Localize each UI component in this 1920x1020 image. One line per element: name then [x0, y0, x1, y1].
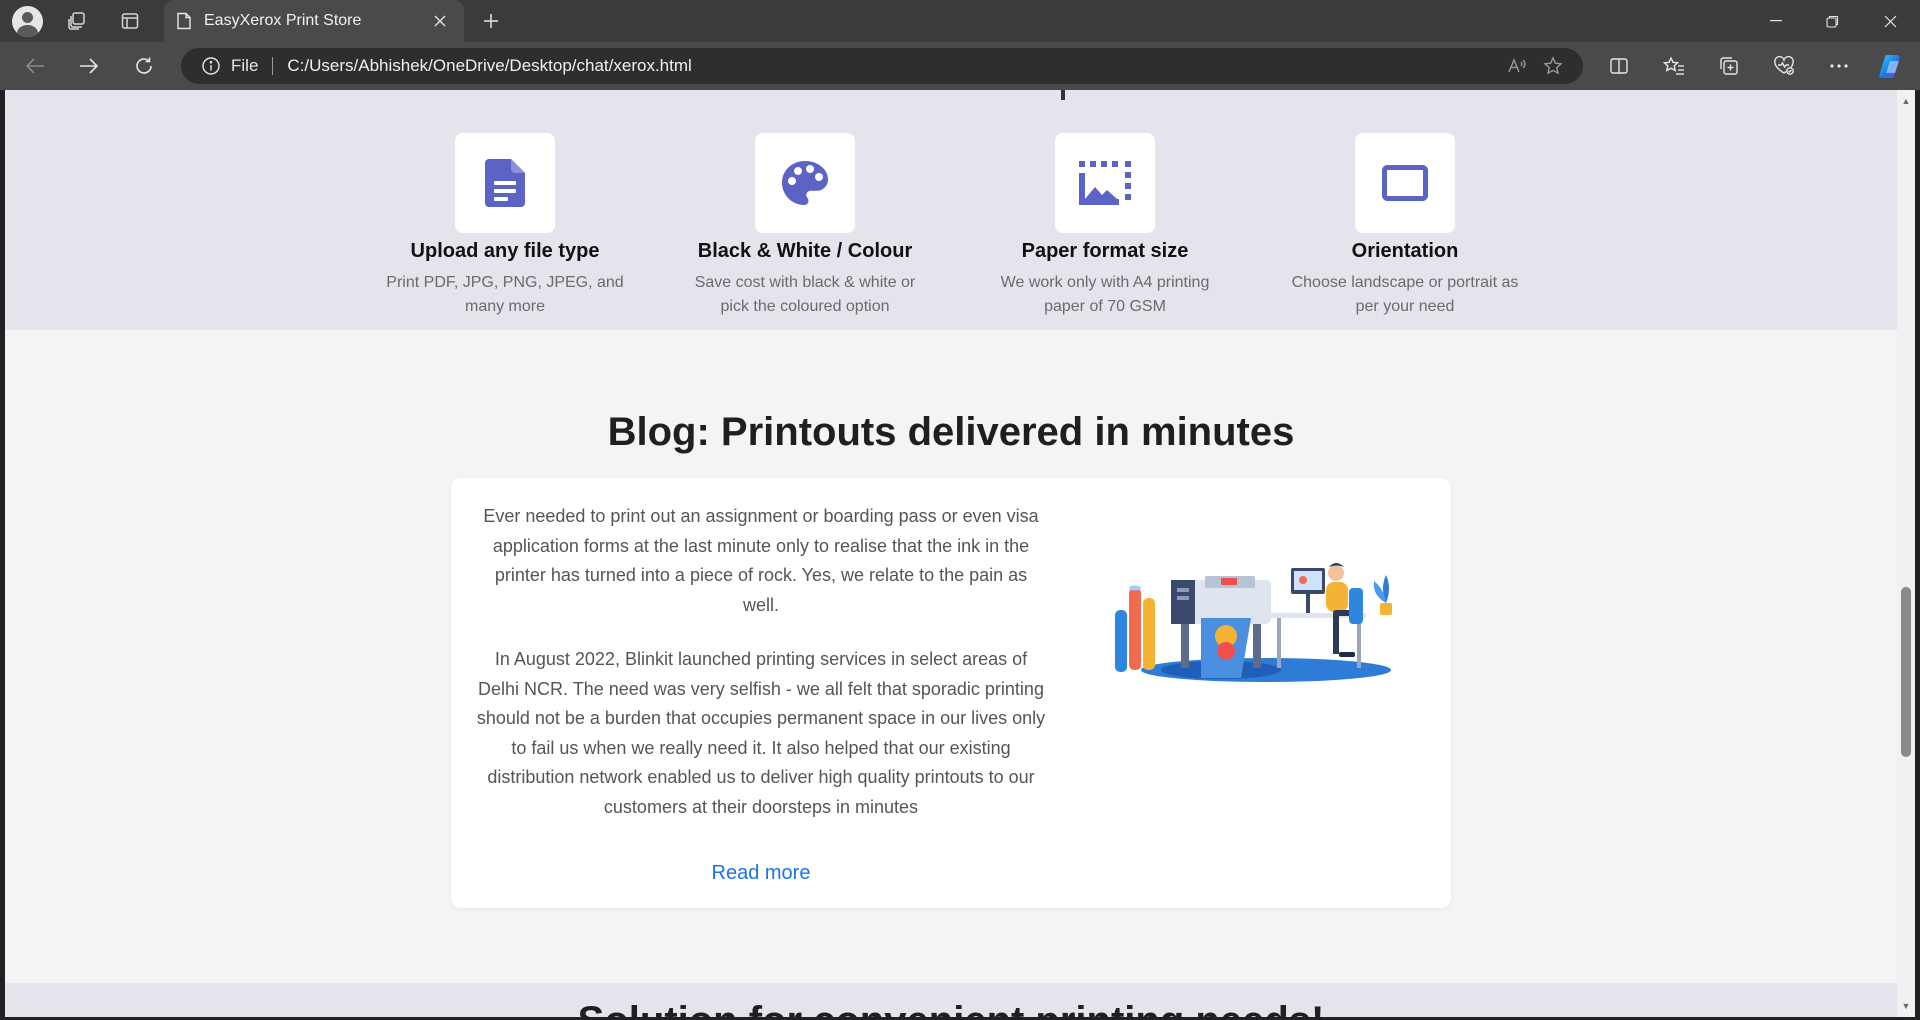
active-tab[interactable]: EasyXerox Print Store: [164, 0, 464, 42]
favorite-star-icon[interactable]: [1535, 51, 1571, 81]
minimize-icon[interactable]: [1748, 0, 1804, 42]
vertical-tabs-icon[interactable]: [110, 6, 150, 36]
close-tab-icon[interactable]: [426, 7, 454, 35]
solution-heading: Solution for convenient printing needs!: [5, 999, 1897, 1017]
blog-paragraph: In August 2022, Blinkit launched printin…: [476, 649, 1046, 817]
scheme-label: File: [231, 56, 259, 75]
tab-title: EasyXerox Print Store: [204, 12, 362, 29]
info-icon[interactable]: [201, 56, 221, 76]
page-scrollbar[interactable]: ▲ ▼: [1897, 90, 1915, 1017]
browser-essentials-icon[interactable]: [1764, 51, 1804, 81]
more-options-icon[interactable]: [1819, 51, 1859, 81]
solution-section: Solution for convenient printing needs!: [5, 983, 1897, 1017]
collections-icon[interactable]: [1709, 51, 1749, 81]
new-tab-icon[interactable]: [474, 6, 508, 36]
profile-avatar[interactable]: [12, 6, 43, 37]
feature-icon-box: [455, 133, 555, 233]
url-text[interactable]: C:/Users/Abhishek/OneDrive/Desktop/chat/…: [287, 56, 1499, 76]
feature-title: Paper format size: [1021, 240, 1189, 262]
feature-orientation: Orientation Choose landscape or portrait…: [1275, 133, 1535, 319]
feature-icon-box: [755, 133, 855, 233]
palette-icon: [782, 161, 828, 205]
blog-heading: Blog: Printouts delivered in minutes: [607, 410, 1295, 454]
features-section: Upload any file type Print PDF, JPG, PNG…: [5, 90, 1897, 330]
blog-card: Ever needed to print out an assignment o…: [451, 478, 1451, 908]
feature-paper-size: Paper format size We work only with A4 p…: [975, 133, 1235, 319]
blog-paragraph: Ever needed to print out an assignment o…: [483, 506, 1039, 615]
page-file-icon: [176, 12, 192, 30]
feature-colour: Black & White / Colour Save cost with bl…: [675, 133, 935, 319]
browser-toolbar: File C:/Users/Abhishek/OneDrive/Desktop/…: [0, 42, 1920, 90]
printing-illustration: [1115, 563, 1392, 682]
photo-size-icon: [1079, 161, 1131, 205]
blog-body: Ever needed to print out an assignment o…: [476, 502, 1046, 822]
address-bar[interactable]: File C:/Users/Abhishek/OneDrive/Desktop/…: [181, 48, 1583, 84]
workspaces-icon[interactable]: [57, 6, 97, 36]
page-viewport: Upload any file type Print PDF, JPG, PNG…: [5, 90, 1897, 1017]
feature-title: Upload any file type: [410, 240, 600, 262]
close-window-icon[interactable]: [1862, 0, 1918, 42]
feature-upload: Upload any file type Print PDF, JPG, PNG…: [375, 133, 635, 319]
scroll-down-arrow-icon[interactable]: ▼: [1901, 1001, 1911, 1011]
favorites-icon[interactable]: [1654, 51, 1694, 81]
document-icon: [485, 159, 525, 207]
feature-title: Black & White / Colour: [697, 240, 913, 262]
feature-icon-box: [1055, 133, 1155, 233]
back-arrow-icon[interactable]: [17, 51, 53, 81]
feature-description: Print PDF, JPG, PNG, JPEG, and many more: [386, 274, 624, 315]
feature-description: Save cost with black & white or pick the…: [694, 274, 916, 315]
refresh-icon[interactable]: [126, 51, 162, 81]
copilot-icon[interactable]: [1872, 51, 1912, 81]
restore-icon[interactable]: [1804, 0, 1860, 42]
scroll-up-arrow-icon[interactable]: ▲: [1901, 96, 1911, 106]
rectangle-icon: [1382, 165, 1428, 201]
scrollbar-thumb[interactable]: [1901, 587, 1911, 757]
read-more-link[interactable]: Read more: [476, 862, 1046, 885]
feature-title: Orientation: [1351, 240, 1459, 262]
read-aloud-icon[interactable]: [1499, 51, 1535, 81]
feature-description: Choose landscape or portrait as per your…: [1291, 274, 1519, 315]
forward-arrow-icon[interactable]: [71, 51, 107, 81]
feature-description: We work only with A4 printing paper of 7…: [1000, 274, 1210, 315]
feature-icon-box: [1355, 133, 1455, 233]
browser-tab-bar: EasyXerox Print Store: [0, 0, 1920, 42]
split-screen-icon[interactable]: [1599, 51, 1639, 81]
